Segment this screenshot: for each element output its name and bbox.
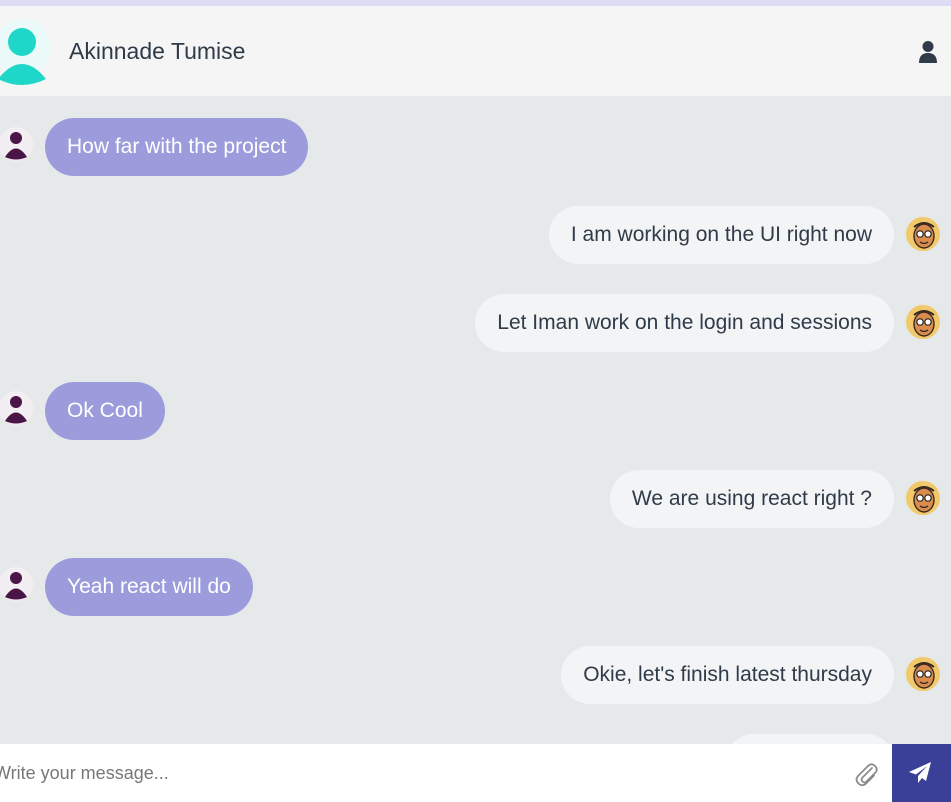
- chat-header: Akinnade Tumise: [0, 6, 951, 96]
- sent-message-bubble: Okie, let's finish latest thursday: [561, 646, 894, 704]
- message-row: Ok Cool: [0, 382, 951, 440]
- contact-avatar: [0, 19, 50, 85]
- received-message-bubble: Ok Cool: [45, 382, 165, 440]
- message-row: Let Iman work on the login and sessions: [0, 294, 951, 352]
- received-message-bubble: Yeah react will do: [45, 558, 253, 616]
- message-row: We are using react right ?: [0, 470, 951, 528]
- user-icon[interactable]: [918, 40, 938, 64]
- message-row: Yeah react will do: [0, 558, 951, 616]
- sent-message-bubble-partial: [725, 734, 895, 744]
- message-row: Okie, let's finish latest thursday: [0, 646, 951, 704]
- my-avatar: [906, 481, 940, 515]
- paperclip-icon[interactable]: [853, 759, 879, 787]
- sender-avatar-icon: [0, 127, 33, 161]
- sender-avatar-icon: [0, 567, 33, 601]
- my-avatar: [906, 217, 940, 251]
- sent-message-bubble: Let Iman work on the login and sessions: [475, 294, 894, 352]
- message-list[interactable]: How far with the project I am working on…: [0, 96, 951, 744]
- my-avatar: [906, 305, 940, 339]
- sender-avatar-icon: [0, 391, 33, 425]
- message-row: I am working on the UI right now: [0, 206, 951, 264]
- send-button[interactable]: [892, 744, 951, 802]
- received-message-bubble: How far with the project: [45, 118, 309, 176]
- message-row: How far with the project: [0, 118, 951, 176]
- my-avatar: [906, 657, 940, 691]
- message-composer: [0, 744, 951, 802]
- sent-message-bubble: I am working on the UI right now: [548, 206, 894, 264]
- contact-name: Akinnade Tumise: [69, 38, 246, 64]
- message-input[interactable]: [0, 744, 892, 802]
- sent-message-bubble: We are using react right ?: [609, 470, 894, 528]
- paper-plane-icon: [909, 762, 931, 783]
